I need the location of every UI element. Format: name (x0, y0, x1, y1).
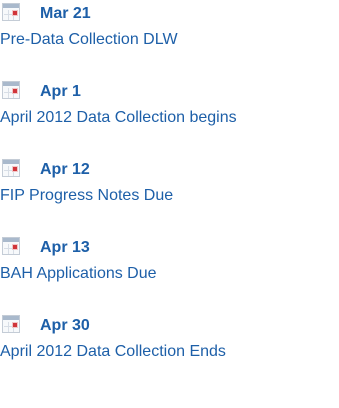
calendar-icon (2, 237, 20, 255)
event-title-link[interactable]: April 2012 Data Collection Ends (0, 342, 226, 362)
event-date: Apr 30 (40, 317, 90, 334)
event-date: Mar 21 (40, 5, 91, 22)
event-title-link[interactable]: April 2012 Data Collection begins (0, 108, 237, 128)
event-item: Apr 12 FIP Progress Notes Due (0, 159, 339, 234)
calendar-icon (2, 315, 20, 333)
event-title-link[interactable]: FIP Progress Notes Due (0, 186, 173, 206)
calendar-icon (2, 159, 20, 177)
event-item: Mar 21 Pre-Data Collection DLW (0, 3, 339, 78)
event-date: Apr 13 (40, 239, 90, 256)
calendar-icon (2, 3, 20, 21)
event-date: Apr 12 (40, 161, 90, 178)
event-title-link[interactable]: Pre-Data Collection DLW (0, 30, 178, 50)
event-item: Apr 30 April 2012 Data Collection Ends (0, 315, 339, 390)
event-date: Apr 1 (40, 83, 81, 100)
event-title-link[interactable]: BAH Applications Due (0, 264, 157, 284)
event-item: Apr 1 April 2012 Data Collection begins (0, 81, 339, 156)
event-item: Apr 13 BAH Applications Due (0, 237, 339, 312)
calendar-icon (2, 81, 20, 99)
